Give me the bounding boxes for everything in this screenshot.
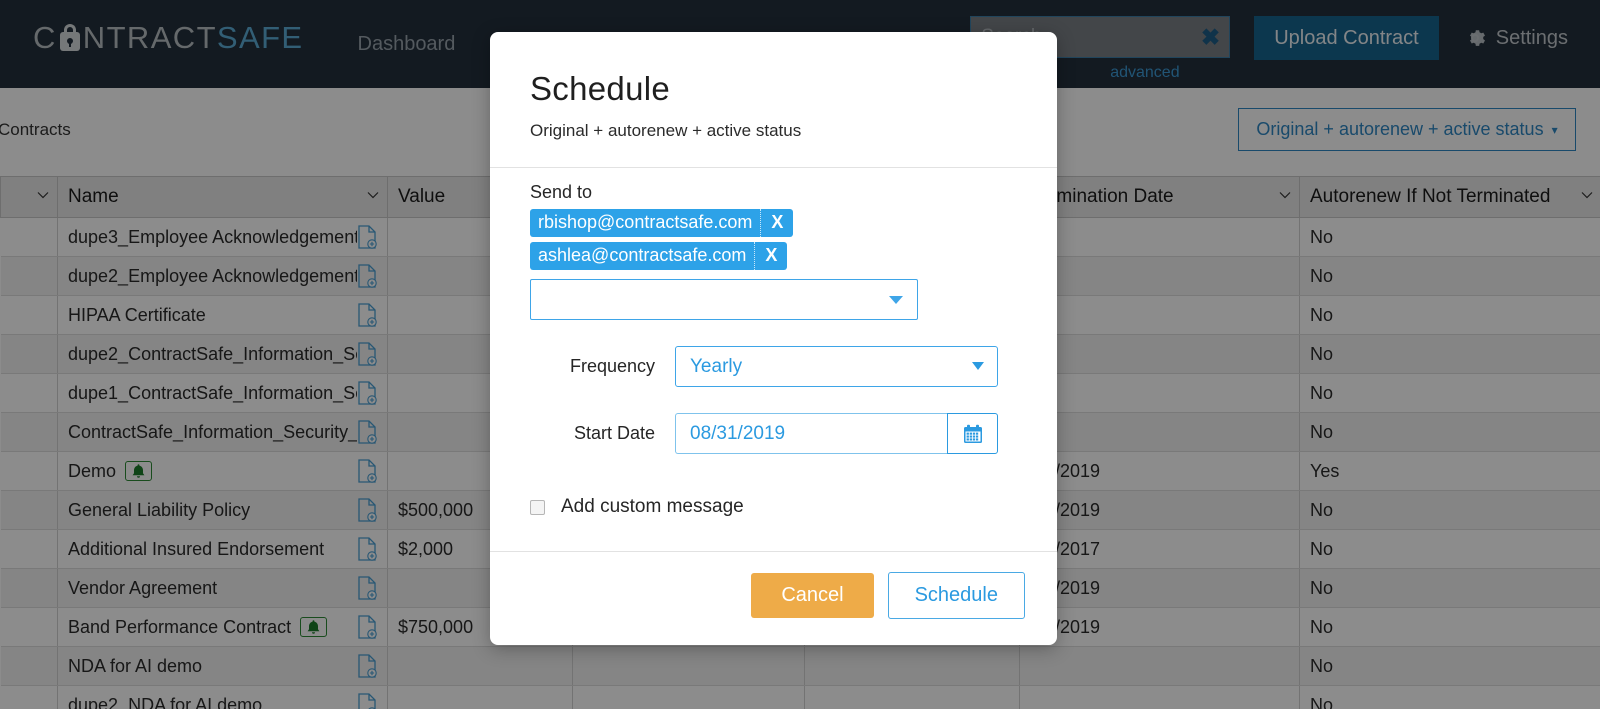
modal-title: Schedule [530, 70, 671, 107]
frequency-label: Frequency [569, 356, 655, 376]
frequency-row: Frequency Yearly [530, 346, 1017, 387]
app-root: C NTRACT SAFE Dashboard Contracts My Acc… [0, 0, 1600, 709]
chevron-down-icon [972, 362, 984, 370]
recipient-email: rbishop@contractsafe.com [538, 212, 753, 232]
recipient-email: ashlea@contractsafe.com [538, 245, 747, 265]
modal-subtitle: Original + autorenew + active status [530, 121, 802, 140]
start-date-input[interactable] [675, 413, 947, 454]
add-custom-message-row[interactable]: Add custom message [530, 496, 1017, 540]
modal-footer: Cancel Schedule [490, 551, 1057, 645]
recipient-tag: ashlea@contractsafe.com X [530, 242, 1017, 275]
start-date-row: Start Date [530, 413, 1017, 454]
recipient-select-dropdown[interactable] [530, 279, 918, 320]
recipient-tag: rbishop@contractsafe.com X [530, 209, 1017, 242]
frequency-value: Yearly [690, 355, 743, 377]
cancel-button[interactable]: Cancel [751, 573, 874, 618]
frequency-dropdown[interactable]: Yearly [675, 346, 998, 387]
remove-recipient-icon[interactable]: X [760, 209, 793, 237]
remove-recipient-icon[interactable]: X [754, 242, 787, 270]
add-custom-message-checkbox[interactable] [530, 499, 545, 515]
schedule-button[interactable]: Schedule [887, 572, 1025, 619]
add-custom-message-label: Add custom message [561, 496, 744, 517]
chevron-down-icon [889, 296, 903, 304]
modal-header: Schedule Original + autorenew + active s… [490, 32, 1057, 167]
open-calendar-button[interactable] [947, 413, 998, 454]
calendar-icon [963, 424, 982, 443]
start-date-label: Start Date [573, 423, 655, 443]
modal-body: Send to rbishop@contractsafe.com X ashle… [490, 167, 1057, 551]
schedule-modal: Schedule Original + autorenew + active s… [490, 32, 1057, 645]
send-to-label: Send to [530, 182, 593, 202]
